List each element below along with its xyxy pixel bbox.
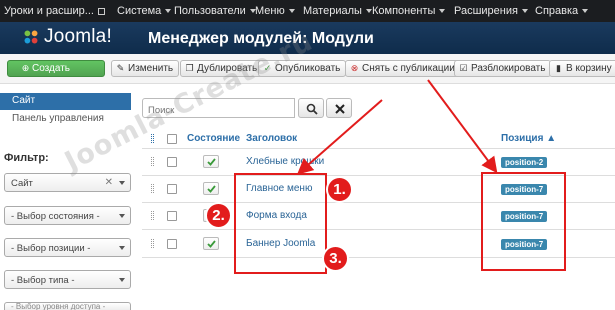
arrow-to-positions	[427, 79, 498, 174]
annotation-number-2: 2.	[205, 202, 232, 229]
annotation-number-3: 3.	[322, 245, 349, 272]
annotation-arrows	[296, 79, 498, 175]
annotation-number-1: 1.	[326, 176, 353, 203]
arrow-to-titles	[296, 99, 383, 175]
